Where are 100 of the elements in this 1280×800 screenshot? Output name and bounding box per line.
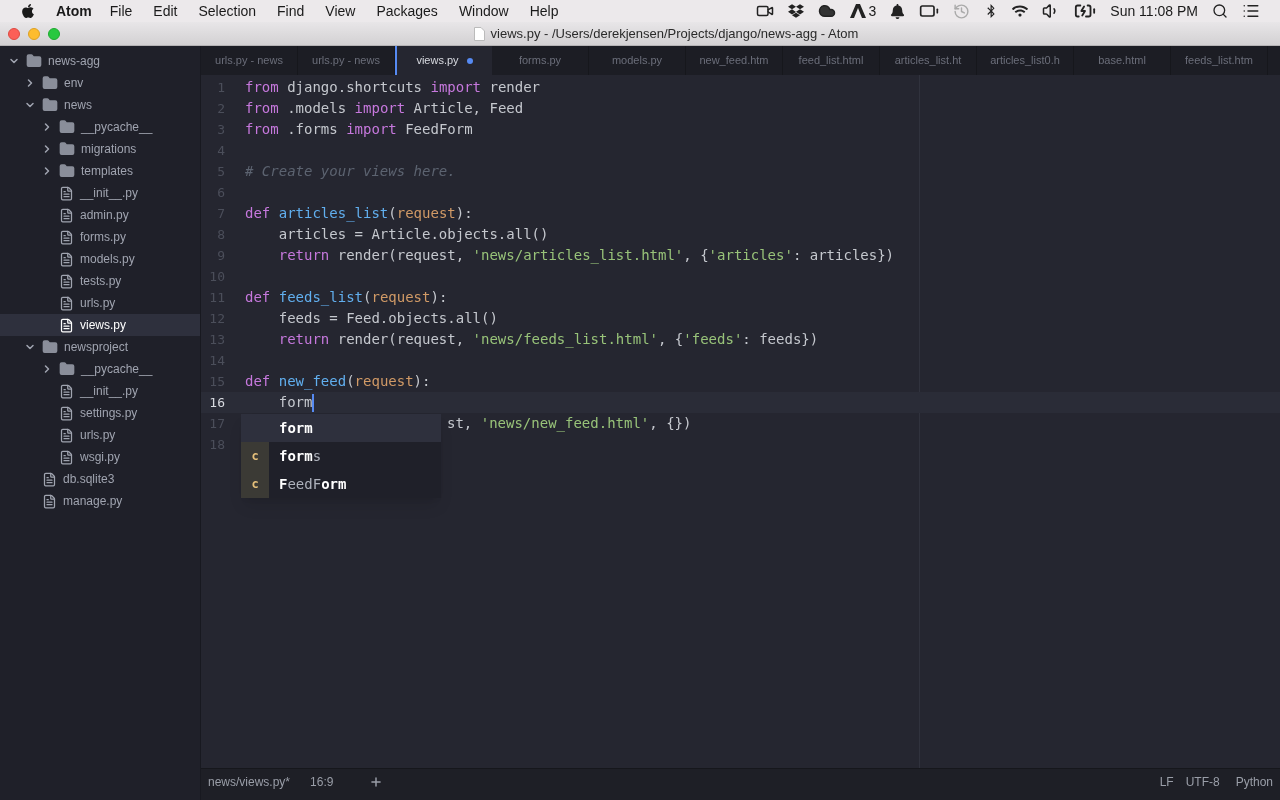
- folder-icon: [42, 97, 58, 113]
- item-label: news: [64, 97, 92, 114]
- document-icon: [473, 26, 485, 41]
- file-row[interactable]: tests.py: [0, 270, 200, 292]
- folder-icon: [42, 339, 58, 355]
- suggestion-item[interactable]: c forms: [241, 442, 441, 470]
- code-line: return render(request, 'news/feeds_list.html', {'feeds': feeds}): [277, 330, 819, 350]
- code-line: form: [277, 393, 315, 413]
- item-label: __init__.py: [80, 383, 139, 400]
- file-icon: [59, 317, 74, 333]
- folder-row[interactable]: migrations: [0, 138, 200, 160]
- item-label: migrations: [81, 141, 137, 158]
- menu-clock[interactable]: Sun 11:08 PM: [1110, 0, 1198, 22]
- folder-icon: [42, 75, 58, 91]
- file-path[interactable]: news/views.py*: [208, 773, 291, 791]
- code-line: st, 'news/new_feed.html', {}): [447, 414, 692, 434]
- file-row[interactable]: urls.py: [0, 424, 200, 446]
- suggestion-item[interactable]: form: [241, 414, 441, 442]
- menu-item[interactable]: Window: [458, 0, 509, 22]
- code-line: return render(request, 'news/articles_list.html', {'articles': articles}): [277, 246, 895, 266]
- file-row[interactable]: __init__.py: [0, 182, 200, 204]
- code-line: articles = Article.objects.all(): [277, 225, 549, 244]
- grammar[interactable]: Python: [1235, 773, 1273, 791]
- notification-count: 3: [868, 1, 877, 21]
- folder-row[interactable]: templates: [0, 160, 200, 182]
- suggestion-item[interactable]: c FeedForm: [241, 470, 441, 498]
- file-icon: [59, 295, 74, 311]
- item-label: models.py: [80, 251, 135, 268]
- file-row[interactable]: views.py: [0, 314, 200, 336]
- code-line: feeds = Feed.objects.all(): [277, 309, 498, 328]
- folder-row[interactable]: env: [0, 72, 200, 94]
- bell-icon[interactable]: [890, 3, 906, 19]
- type-label: c: [251, 447, 259, 465]
- menu-item[interactable]: View: [325, 0, 356, 22]
- item-label: db.sqlite3: [63, 471, 115, 488]
- code-line: from .forms import FeedForm: [245, 120, 473, 139]
- item-label: env: [64, 75, 84, 92]
- file-row[interactable]: db.sqlite3: [0, 468, 200, 490]
- folder-row[interactable]: newsproject: [0, 336, 200, 358]
- file-icon: [42, 493, 57, 509]
- item-label: settings.py: [80, 405, 138, 422]
- code-line: from django.shortcuts import render: [245, 78, 541, 97]
- cloud-icon[interactable]: [817, 2, 836, 20]
- menu-item[interactable]: Selection: [198, 0, 257, 22]
- file-row[interactable]: admin.py: [0, 204, 200, 226]
- code-line: # Create your views here.: [245, 162, 456, 181]
- menu-item[interactable]: Find: [277, 0, 305, 22]
- folder-row[interactable]: __pycache__: [0, 116, 200, 138]
- item-label: views.py: [80, 317, 126, 334]
- folder-icon: [26, 53, 42, 69]
- editor-tab[interactable]: views.py: [395, 46, 492, 75]
- file-icon: [59, 405, 74, 421]
- editor-tab[interactable]: models.py: [589, 46, 686, 75]
- file-icon: [59, 383, 74, 399]
- code-line: def articles_list(request):: [245, 204, 473, 224]
- list-icon[interactable]: [1242, 2, 1260, 20]
- item-label: __pycache__: [81, 361, 153, 378]
- file-row[interactable]: urls.py: [0, 292, 200, 314]
- add-icon[interactable]: [369, 775, 384, 789]
- menu-item[interactable]: Atom: [56, 0, 92, 22]
- folder-row[interactable]: news-agg: [0, 50, 200, 72]
- file-row[interactable]: models.py: [0, 248, 200, 270]
- item-label: news-agg: [48, 53, 101, 70]
- line-ending[interactable]: LF: [1159, 773, 1174, 791]
- cursor-position[interactable]: 16:9: [310, 773, 334, 791]
- file-row[interactable]: __init__.py: [0, 380, 200, 402]
- code-line: def new_feed(request):: [245, 372, 431, 392]
- menu-item[interactable]: Edit: [153, 0, 178, 22]
- dropbox-icon[interactable]: [787, 3, 804, 19]
- apple-icon[interactable]: [20, 3, 36, 19]
- file-row[interactable]: wsgi.py: [0, 446, 200, 468]
- menu-item[interactable]: Help: [529, 0, 559, 22]
- file-icon: [59, 185, 74, 201]
- code-line: def feeds_list(request):: [245, 288, 448, 308]
- folder-row[interactable]: news: [0, 94, 200, 116]
- window-title: views.py - /Users/derekjensen/Projects/django/news-agg - Atom: [490, 24, 859, 43]
- folder-icon: [59, 361, 75, 377]
- file-row[interactable]: manage.py: [0, 490, 200, 512]
- search-icon[interactable]: [1212, 3, 1228, 19]
- encoding[interactable]: UTF-8: [1185, 773, 1220, 791]
- file-icon: [42, 471, 57, 487]
- folder-row[interactable]: __pycache__: [0, 358, 200, 380]
- type-label: c: [251, 475, 259, 493]
- folder-icon: [59, 119, 75, 135]
- item-label: admin.py: [80, 207, 129, 224]
- file-row[interactable]: forms.py: [0, 226, 200, 248]
- file-icon: [59, 273, 74, 289]
- file-icon: [59, 427, 74, 443]
- file-row[interactable]: settings.py: [0, 402, 200, 424]
- item-label: wsgi.py: [80, 449, 120, 466]
- item-label: urls.py: [80, 427, 116, 444]
- file-icon: [59, 207, 74, 223]
- close-button[interactable]: [8, 27, 20, 40]
- folder-icon: [59, 141, 75, 157]
- line-number: 16: [208, 394, 225, 412]
- item-label: newsproject: [64, 339, 129, 356]
- file-icon: [59, 229, 74, 245]
- menu-item[interactable]: File: [109, 0, 133, 22]
- menu-item[interactable]: Packages: [376, 0, 438, 22]
- wifi-icon[interactable]: [1012, 3, 1029, 19]
